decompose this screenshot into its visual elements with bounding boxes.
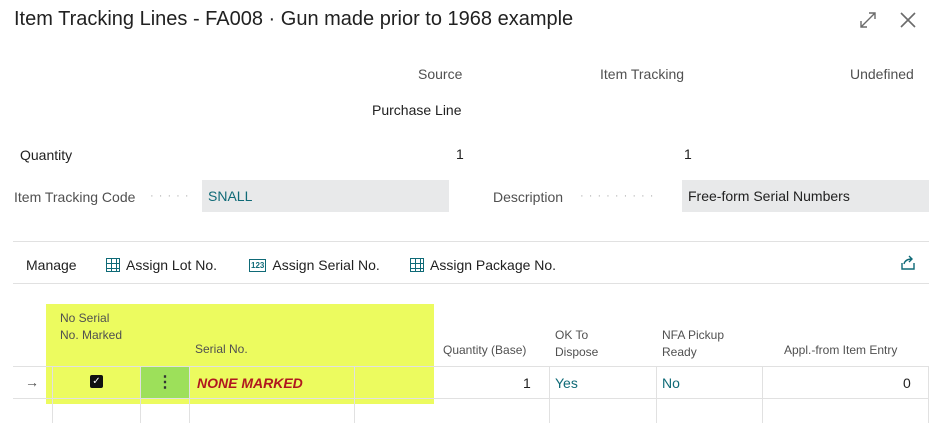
grid-icon [106,258,120,272]
manage-label: Manage [26,257,77,273]
description-label: Description [493,189,564,205]
leader-dots: · · · · · [150,190,190,202]
separator [189,366,190,423]
col-quantity-base[interactable]: Quantity (Base) [443,342,526,359]
quantity-base-cell[interactable]: 1 [523,375,531,391]
source-value: Purchase Line [372,102,462,118]
assign-lot-label: Assign Lot No. [126,257,218,273]
separator [549,366,550,423]
grid-icon [410,258,424,272]
item-tracking-code-label: Item Tracking Code [14,189,136,205]
nfa-pickup-ready-cell[interactable]: No [662,375,680,391]
numbers-icon: 123 [249,258,267,272]
no-serial-marked-checkbox[interactable]: ✓ [90,375,103,388]
col-no-serial-marked[interactable]: No Serial No. Marked [60,310,130,344]
item-tracking-code-field[interactable]: SNALL [202,180,449,212]
assign-serial-label: Assign Serial No. [272,257,380,273]
expand-icon[interactable] [858,10,878,34]
separator [13,241,929,242]
assign-lot-button[interactable]: Assign Lot No. [106,257,217,273]
close-icon[interactable] [898,10,918,34]
item-tracking-header: Item Tracking [600,66,685,82]
assign-package-button[interactable]: Assign Package No. [410,257,556,273]
col-appl-from-item-entry[interactable]: Appl.-from Item Entry [784,342,897,359]
assign-serial-button[interactable]: 123 Assign Serial No. [249,257,380,273]
assign-package-label: Assign Package No. [430,257,557,273]
separator [13,283,929,284]
serial-no-cell[interactable]: NONE MARKED [197,375,303,391]
ok-to-dispose-cell[interactable]: Yes [555,375,578,391]
quantity-label: Quantity [20,147,73,163]
description-field[interactable]: Free-form Serial Numbers [682,180,929,212]
separator [762,366,763,423]
col-ok-to-dispose[interactable]: OK To Dispose [555,327,615,361]
leader-dots: · · · · · · · · · [580,190,655,202]
source-header: Source [418,66,463,82]
separator [13,398,929,399]
row-arrow-icon: → [25,374,39,390]
separator [928,366,929,423]
row-actions-icon[interactable]: ⋮ [141,367,189,398]
quantity-source-value: 1 [456,146,464,162]
col-nfa-pickup-ready[interactable]: NFA Pickup Ready [662,327,742,361]
separator [354,366,355,423]
separator [52,366,53,423]
share-icon[interactable] [899,254,917,277]
appl-from-item-entry-cell[interactable]: 0 [903,375,911,391]
quantity-item-tracking-value: 1 [684,146,692,162]
separator [656,366,657,423]
undefined-header: Undefined [850,66,914,82]
col-serial-no[interactable]: Serial No. [195,341,248,358]
page-title: Item Tracking Lines - FA008 · Gun made p… [14,8,574,30]
manage-menu[interactable]: Manage [26,257,77,273]
